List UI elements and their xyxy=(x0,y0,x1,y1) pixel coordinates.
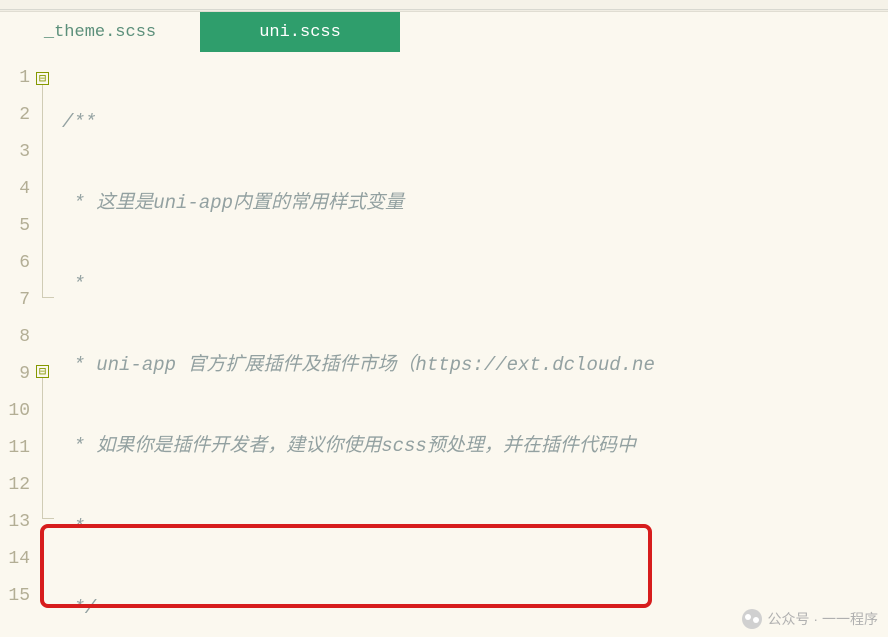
fold-guide xyxy=(42,378,43,518)
editor-window: _theme.scss uni.scss 1 2 3 4 5 6 7 8 9 1… xyxy=(0,0,888,637)
line-number: 9 xyxy=(0,356,34,393)
comment-text: * uni-app 官方扩展插件及插件市场（https://ext.dcloud… xyxy=(62,354,655,376)
fold-guide-end xyxy=(42,518,54,519)
watermark: 公众号 · 一一程序 xyxy=(742,609,878,629)
line-number: 3 xyxy=(0,134,34,171)
comment-text: * 如果你是插件开发者，建议你使用scss预处理，并在插件代码中 xyxy=(62,435,636,457)
line-number: 5 xyxy=(0,208,34,245)
fold-guide-end xyxy=(42,297,54,298)
line-number: 7 xyxy=(0,282,34,319)
comment-text: * xyxy=(62,516,85,538)
line-number: 6 xyxy=(0,245,34,282)
line-number: 11 xyxy=(0,430,34,467)
fold-gutter: ⊟ ⊟ xyxy=(34,52,56,637)
comment-text: /** xyxy=(62,111,96,133)
top-strip xyxy=(0,0,888,10)
code-content[interactable]: /** * 这里是uni-app内置的常用样式变量 * * uni-app 官方… xyxy=(56,52,888,637)
tab-theme-scss[interactable]: _theme.scss xyxy=(0,12,200,52)
line-number: 14 xyxy=(0,541,34,578)
tab-uni-scss[interactable]: uni.scss xyxy=(200,12,400,52)
line-number: 13 xyxy=(0,504,34,541)
line-number: 12 xyxy=(0,467,34,504)
fold-toggle-icon[interactable]: ⊟ xyxy=(36,365,49,378)
comment-text: * 这里是uni-app内置的常用样式变量 xyxy=(62,192,404,214)
comment-text: */ xyxy=(62,597,96,619)
line-number: 10 xyxy=(0,393,34,430)
watermark-text: 公众号 · 一一程序 xyxy=(768,609,878,629)
tab-bar: _theme.scss uni.scss xyxy=(0,12,888,52)
fold-toggle-icon[interactable]: ⊟ xyxy=(36,72,49,85)
line-number: 4 xyxy=(0,171,34,208)
comment-text: * xyxy=(62,273,85,295)
line-number: 15 xyxy=(0,578,34,615)
line-number-gutter: 1 2 3 4 5 6 7 8 9 10 11 12 13 14 15 xyxy=(0,52,34,637)
line-number: 8 xyxy=(0,319,34,356)
line-number: 1 xyxy=(0,60,34,97)
code-area: 1 2 3 4 5 6 7 8 9 10 11 12 13 14 15 ⊟ ⊟ … xyxy=(0,52,888,637)
fold-guide xyxy=(42,82,43,297)
wechat-icon xyxy=(742,609,762,629)
line-number: 2 xyxy=(0,97,34,134)
